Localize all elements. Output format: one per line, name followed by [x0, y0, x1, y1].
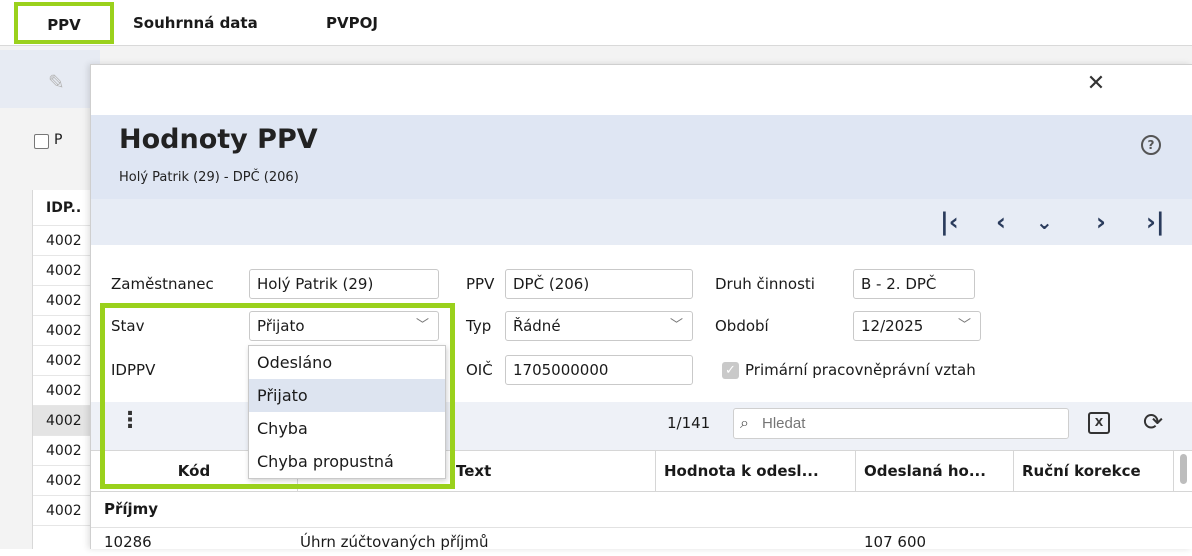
chevron-down-icon: ﹀	[958, 318, 972, 333]
idppv-label: IDPPV	[111, 361, 156, 379]
stav-value: Přijato	[257, 317, 305, 335]
stav-option-chyba-propustna[interactable]: Chyba propustná	[249, 445, 445, 478]
top-navigation: PPV Souhrnná data PVPOJ	[0, 0, 1192, 46]
primarni-checkbox[interactable]: ✓	[722, 362, 739, 379]
cell-kod[interactable]: 10286	[104, 528, 152, 556]
record-navigation-bar	[91, 199, 1192, 245]
chevron-down-icon: ﹀	[670, 318, 684, 333]
zamestnanec-label: Zaměstnanec	[111, 275, 214, 293]
column-hodnota[interactable]: Hodnota k odesl...	[656, 450, 856, 492]
excel-export-icon[interactable]: X	[1088, 412, 1110, 434]
typ-select[interactable]: Řádné ﹀	[505, 311, 693, 341]
column-korekce[interactable]: Ruční korekce	[1014, 450, 1174, 492]
stav-option-odeslano[interactable]: Odesláno	[249, 346, 445, 379]
typ-value: Řádné	[513, 317, 561, 335]
tab-pvpoj[interactable]: PVPOJ	[326, 0, 378, 46]
obdobi-select[interactable]: 12/2025 ﹀	[853, 311, 981, 341]
cell-text[interactable]: Úhrn zúčtovaných příjmů	[300, 528, 488, 556]
expand-icon[interactable]: ⌄	[1036, 202, 1053, 242]
stav-label: Stav	[111, 317, 145, 335]
refresh-icon[interactable]: ⟳	[1143, 408, 1163, 436]
ppv-field[interactable]: DPČ (206)	[505, 269, 693, 299]
chevron-down-icon: ﹀	[416, 318, 430, 333]
group-row[interactable]	[91, 492, 1192, 528]
zamestnanec-field[interactable]: Holý Patrik (29)	[249, 269, 439, 299]
search-input[interactable]	[733, 408, 1069, 439]
obdobi-label: Období	[715, 317, 769, 335]
more-vertical-icon[interactable]: ⋮	[119, 408, 141, 433]
next-record-icon[interactable]: ›	[1096, 202, 1106, 242]
background-checkbox[interactable]	[34, 134, 49, 149]
group-label: Příjmy	[104, 500, 159, 518]
cell-odeslana[interactable]: 107 600	[864, 528, 926, 556]
background-checkbox-label: P	[54, 132, 63, 148]
first-record-icon[interactable]: |‹	[940, 202, 959, 242]
obdobi-value: 12/2025	[861, 317, 924, 335]
stav-option-chyba[interactable]: Chyba	[249, 412, 445, 445]
dialog-title: Hodnoty PPV	[119, 124, 318, 155]
druh-cinnosti-field[interactable]: B - 2. DPČ	[853, 269, 975, 299]
close-icon[interactable]: ✕	[1084, 73, 1108, 97]
stav-select[interactable]: Přijato ﹀	[249, 311, 439, 341]
previous-record-icon[interactable]: ‹	[996, 202, 1006, 242]
druh-cinnosti-label: Druh činnosti	[715, 275, 815, 293]
column-odeslana[interactable]: Odeslaná ho...	[856, 450, 1014, 492]
oic-label: OIČ	[466, 361, 493, 379]
help-icon[interactable]: ?	[1141, 135, 1161, 155]
dialog-subtitle: Holý Patrik (29) - DPČ (206)	[119, 170, 299, 185]
search-icon: ⌕	[740, 413, 749, 432]
stav-option-prijato[interactable]: Přijato	[249, 379, 445, 412]
last-record-icon[interactable]: ›|	[1146, 202, 1165, 242]
ppv-label: PPV	[466, 275, 495, 293]
tab-ppv[interactable]: PPV	[14, 2, 114, 44]
scrollbar-thumb[interactable]	[1180, 454, 1187, 484]
oic-field[interactable]: 1705000000	[505, 355, 693, 385]
primarni-label: Primární pracovněprávní vztah	[745, 361, 976, 379]
tab-souhrnna-data[interactable]: Souhrnná data	[133, 0, 258, 46]
pencil-icon[interactable]: ✎	[48, 70, 65, 94]
record-counter: 1/141	[667, 414, 711, 432]
typ-label: Typ	[466, 317, 492, 335]
